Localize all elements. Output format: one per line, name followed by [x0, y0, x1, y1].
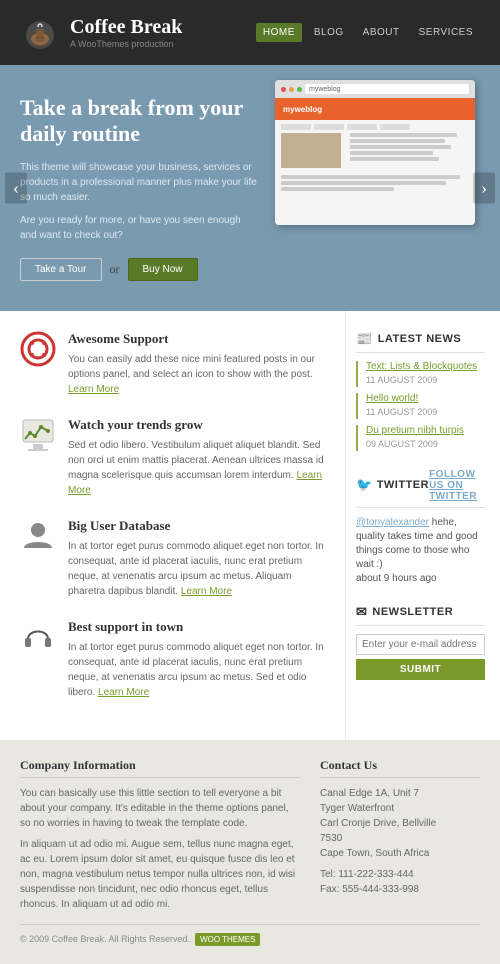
newsletter-icon: ✉	[356, 604, 367, 620]
nav-about[interactable]: About	[356, 23, 407, 42]
hero-heading: Take a break from your daily routine	[20, 95, 260, 148]
feature-desc: In at tortor eget purus commodo aliquet …	[68, 640, 330, 700]
buy-now-button[interactable]: Buy Now	[128, 258, 198, 281]
feature-awesome-support: Awesome Support You can easily add these…	[20, 331, 330, 397]
features-section: Awesome Support You can easily add these…	[0, 311, 345, 740]
twitter-icon: 🐦	[356, 477, 373, 493]
footer-copyright: © 2009 Coffee Break. All Rights Reserved…	[20, 934, 190, 944]
newsletter-title: ✉ Newsletter	[356, 604, 485, 626]
follow-twitter-link[interactable]: Follow us on Twitter	[429, 469, 485, 502]
feature-body: Watch your trends grow Sed et odio liber…	[68, 417, 330, 498]
nav-blog[interactable]: Blog	[307, 23, 351, 42]
newsletter-submit-button[interactable]: SUBMIT	[356, 659, 485, 680]
sidebar: 📰 Latest News Text: Lists & Blockquotes …	[345, 311, 500, 740]
footer: Company Information You can basically us…	[0, 740, 500, 964]
news-item: Hello world! 11 AUGUST 2009	[356, 393, 485, 419]
hero-prev-arrow[interactable]: ‹	[5, 172, 27, 203]
chart-icon	[20, 417, 56, 453]
hero-buttons: Take a Tour or Buy Now	[20, 258, 260, 281]
feature-learn-more[interactable]: Learn More	[98, 687, 149, 698]
hero-text: Take a break from your daily routine Thi…	[20, 95, 260, 281]
feature-desc: In at tortor eget purus commodo aliquet …	[68, 539, 330, 599]
news-date: 11 AUGUST 2009	[366, 407, 437, 417]
news-link[interactable]: Du pretium nibh turpis	[366, 425, 485, 436]
latest-news-title: 📰 Latest News	[356, 331, 485, 353]
newsletter-email-input[interactable]	[356, 634, 485, 655]
footer-company-body2: In aliquam ut ad odio mi. Augue sem, tel…	[20, 837, 300, 912]
news-date: 11 AUGUST 2009	[366, 375, 437, 385]
headphone-icon	[20, 619, 56, 655]
footer-address: Canal Edge 1A, Unit 7 Tyger Waterfront C…	[320, 786, 480, 861]
hero-screenshot: myweblog myweblog	[275, 80, 485, 235]
footer-top: Company Information You can basically us…	[20, 758, 480, 912]
feature-big-database: Big User Database In at tortor eget puru…	[20, 518, 330, 599]
hero-or: or	[110, 262, 120, 277]
blog-mock-title: myweblog	[283, 105, 322, 114]
feature-learn-more[interactable]: Learn More	[181, 586, 232, 597]
hero-section: ‹ Take a break from your daily routine T…	[0, 65, 500, 311]
tweet-text: @tonyalexander hehe, quality takes time …	[356, 516, 485, 572]
twitter-handle[interactable]: @tonyalexander	[356, 517, 429, 528]
feature-learn-more[interactable]: Learn More	[68, 384, 119, 395]
site-tagline: A WooThemes production	[70, 39, 182, 49]
news-icon: 📰	[356, 331, 373, 347]
latest-news-section: 📰 Latest News Text: Lists & Blockquotes …	[356, 331, 485, 451]
news-date: 09 AUGUST 2009	[366, 439, 438, 449]
footer-company-title: Company Information	[20, 758, 300, 778]
feature-best-support: Best support in town In at tortor eget p…	[20, 619, 330, 700]
hero-next-arrow[interactable]: ›	[473, 172, 495, 203]
main-nav: Home Blog About Services	[256, 23, 480, 42]
newsletter-section: ✉ Newsletter SUBMIT	[356, 604, 485, 680]
footer-company: Company Information You can basically us…	[20, 758, 300, 912]
header: Coffee Break A WooThemes production Home…	[0, 0, 500, 65]
footer-contact: Contact Us Canal Edge 1A, Unit 7 Tyger W…	[320, 758, 480, 912]
tweet-time: about 9 hours ago	[356, 572, 485, 586]
news-link[interactable]: Text: Lists & Blockquotes	[366, 361, 485, 372]
feature-watch-trends: Watch your trends grow Sed et odio liber…	[20, 417, 330, 498]
main-content: Awesome Support You can easily add these…	[0, 311, 500, 740]
twitter-section: 🐦 Twitter Follow us on Twitter @tonyalex…	[356, 469, 485, 586]
logo-area: Coffee Break A WooThemes production	[20, 13, 182, 53]
feature-body: Best support in town In at tortor eget p…	[68, 619, 330, 700]
news-item: Text: Lists & Blockquotes 11 AUGUST 2009	[356, 361, 485, 387]
feature-desc: You can easily add these nice mini featu…	[68, 352, 330, 397]
news-item: Du pretium nibh turpis 09 AUGUST 2009	[356, 425, 485, 451]
feature-body: Awesome Support You can easily add these…	[68, 331, 330, 397]
news-link[interactable]: Hello world!	[366, 393, 485, 404]
lifebuoy-icon	[20, 331, 56, 367]
footer-contact-title: Contact Us	[320, 758, 480, 778]
feature-title: Best support in town	[68, 619, 330, 635]
twitter-title: 🐦 Twitter Follow us on Twitter	[356, 469, 485, 508]
feature-title: Awesome Support	[68, 331, 330, 347]
footer-bottom: © 2009 Coffee Break. All Rights Reserved…	[20, 924, 480, 946]
feature-title: Big User Database	[68, 518, 330, 534]
user-icon	[20, 518, 56, 554]
browser-url-text: myweblog	[309, 86, 341, 93]
feature-desc: Sed et odio libero. Vestibulum aliquet a…	[68, 438, 330, 498]
hero-para1: This theme will showcase your business, …	[20, 160, 260, 205]
footer-contact-tel: Tel: 111-222-333-444 Fax: 555-444-333-99…	[320, 867, 480, 897]
footer-company-body1: You can basically use this little sectio…	[20, 786, 300, 831]
site-title: Coffee Break	[70, 16, 182, 39]
logo-text: Coffee Break A WooThemes production	[70, 16, 182, 49]
take-tour-button[interactable]: Take a Tour	[20, 258, 102, 281]
nav-home[interactable]: Home	[256, 23, 302, 42]
feature-body: Big User Database In at tortor eget puru…	[68, 518, 330, 599]
nav-services[interactable]: Services	[412, 23, 480, 42]
hero-para2: Are you ready for more, or have you seen…	[20, 213, 260, 243]
feature-title: Watch your trends grow	[68, 417, 330, 433]
logo-coffee-icon	[20, 13, 60, 53]
woo-themes-badge: WOO THEMES	[195, 933, 260, 946]
